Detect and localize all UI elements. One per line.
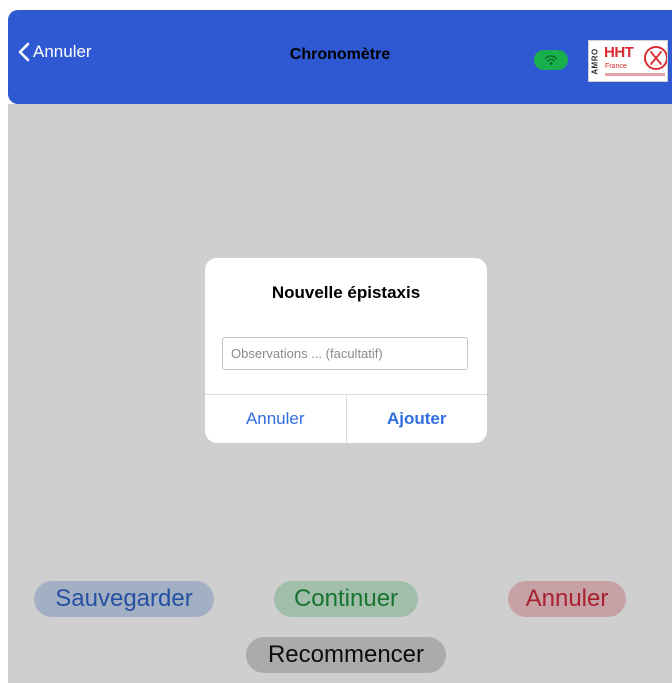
- new-epistaxis-dialog: Nouvelle épistaxis Annuler Ajouter: [205, 258, 487, 443]
- dialog-add-button[interactable]: Ajouter: [347, 395, 488, 443]
- dialog-button-row: Annuler Ajouter: [205, 394, 487, 443]
- dialog-cancel-button[interactable]: Annuler: [205, 395, 347, 443]
- wifi-icon: [544, 55, 558, 65]
- back-button[interactable]: Annuler: [18, 42, 92, 62]
- observations-input[interactable]: [222, 337, 468, 370]
- page-title: Chronomètre: [289, 46, 391, 63]
- dialog-title: Nouvelle épistaxis: [271, 283, 421, 302]
- logo-sub-text: France: [605, 63, 627, 70]
- logo-side-text: AMRO: [590, 47, 600, 75]
- amro-hht-france-logo: AMRO HHT France: [588, 40, 668, 82]
- back-button-label: Annuler: [33, 42, 92, 61]
- logo-main-text: HHT: [604, 44, 634, 61]
- chevron-left-icon: [18, 42, 30, 62]
- logo-emblem-icon: [644, 46, 667, 70]
- connection-status-badge: [534, 50, 568, 70]
- navbar: Annuler Chronomètre AMRO HHT France: [8, 10, 672, 104]
